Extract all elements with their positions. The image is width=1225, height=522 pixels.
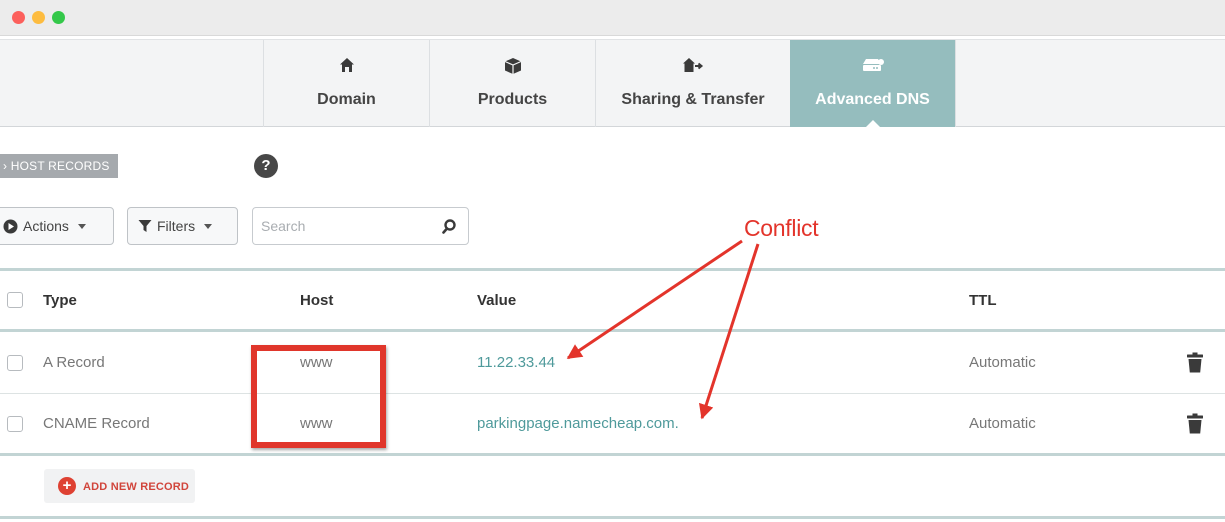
conflict-arrow-a-record [566,239,743,360]
conflict-arrows [566,239,760,420]
conflict-arrow-cname-record [698,243,760,420]
